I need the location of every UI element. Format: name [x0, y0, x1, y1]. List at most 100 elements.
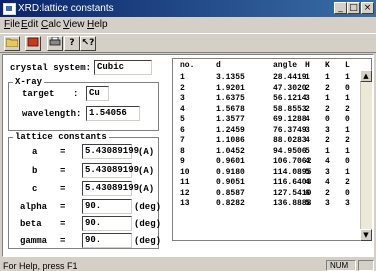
menu-edit[interactable]: Edit [21, 19, 38, 30]
row-d: 1.5678 [216, 104, 245, 114]
gamma-field[interactable]: 90. [82, 233, 132, 248]
row-l: 2 [345, 136, 350, 145]
row-d: 1.2459 [216, 125, 245, 135]
b-field[interactable]: 5.43089199 [82, 163, 139, 178]
row-h: 2 [305, 104, 310, 114]
gamma-equals: = [60, 236, 66, 246]
row-d: 1.0452 [216, 146, 245, 156]
row-d: 0.8282 [216, 199, 245, 208]
row-h: 4 [305, 115, 310, 124]
table-row[interactable]: 9 0.9601 106.7062 4 4 0 [178, 157, 358, 167]
alpha-equals: = [60, 202, 66, 212]
c-field[interactable]: 5.43089199 [82, 181, 139, 196]
row-d: 3.1355 [216, 73, 245, 82]
help-icon[interactable]: ? [64, 36, 80, 51]
title-bar[interactable]: XRD:lattice constants _ □ × [0, 0, 376, 17]
c-equals: = [60, 184, 66, 194]
row-angle: 94.9506 [273, 146, 307, 156]
xray-group-label: X-ray [13, 77, 45, 87]
target-field[interactable]: Cu [86, 86, 109, 101]
a-field[interactable]: 5.43089199 [82, 144, 139, 159]
row-l: 2 [345, 104, 350, 114]
folder-icon[interactable] [4, 36, 20, 51]
row-d: 0.8587 [216, 188, 245, 198]
a-equals: = [60, 147, 66, 157]
table-row[interactable]: 12 0.8587 127.5410 6 2 0 [178, 189, 358, 199]
status-extra-panel [358, 260, 374, 271]
print-icon[interactable] [47, 36, 63, 51]
row-angle: 69.1288 [273, 115, 307, 124]
target-colon: : [73, 89, 79, 99]
app-icon [3, 3, 16, 15]
b-label: b [32, 166, 38, 176]
wavelength-field[interactable]: 1.54056 [86, 106, 140, 121]
row-h: 4 [305, 136, 310, 145]
beta-equals: = [60, 219, 66, 229]
book-icon[interactable] [25, 36, 41, 51]
row-no: 5 [180, 115, 185, 124]
scroll-up-arrow-icon[interactable]: ▲ [360, 70, 372, 82]
row-no: 1 [180, 73, 185, 82]
row-no: 11 [180, 178, 190, 187]
row-l: 1 [345, 146, 350, 156]
row-angle: 76.3749 [273, 125, 307, 135]
row-l: 0 [345, 115, 350, 124]
table-row[interactable]: 1 3.1355 28.4419 1 1 1 [178, 73, 358, 83]
header-l: L [345, 61, 350, 70]
scrollbar[interactable] [360, 70, 372, 241]
row-angle: 47.3020 [273, 83, 307, 93]
row-k: 1 [325, 73, 330, 82]
header-no: no. [180, 61, 195, 70]
row-l: 0 [345, 188, 350, 198]
row-h: 1 [305, 73, 310, 82]
alpha-field[interactable]: 90. [82, 199, 132, 214]
row-no: 2 [180, 83, 185, 93]
table-row[interactable]: 11 0.9051 116.6408 4 4 2 [178, 178, 358, 188]
row-h: 5 [305, 146, 310, 156]
row-k: 2 [325, 104, 330, 114]
row-no: 13 [180, 199, 190, 208]
table-row[interactable]: 8 1.0452 94.9506 5 1 1 [178, 147, 358, 157]
row-no: 10 [180, 167, 190, 177]
status-num-indicator: NUM [326, 260, 356, 271]
maximize-button[interactable]: □ [347, 2, 360, 14]
row-k: 3 [325, 199, 330, 208]
row-no: 9 [180, 157, 185, 166]
table-row[interactable]: 13 0.8282 136.8888 5 3 3 [178, 199, 358, 209]
row-k: 3 [325, 125, 330, 135]
b-equals: = [60, 166, 66, 176]
table-row[interactable]: 4 1.5678 58.8553 2 2 2 [178, 105, 358, 115]
row-d: 1.1086 [216, 136, 245, 145]
header-angle: angle [273, 61, 298, 70]
menu-view[interactable]: View [63, 19, 85, 30]
table-row[interactable]: 7 1.1086 88.0283 4 2 2 [178, 136, 358, 146]
scroll-down-arrow-icon[interactable]: ▼ [360, 229, 372, 241]
row-no: 3 [180, 94, 185, 103]
minimize-button[interactable]: _ [334, 2, 347, 14]
row-d: 0.9601 [216, 157, 245, 166]
table-row[interactable]: 2 1.9201 47.3020 2 2 0 [178, 84, 358, 94]
table-row[interactable]: 5 1.3577 69.1288 4 0 0 [178, 115, 358, 125]
crystal-system-field[interactable]: Cubic [94, 60, 152, 75]
table-row[interactable]: 6 1.2459 76.3749 3 3 1 [178, 126, 358, 136]
row-h: 6 [305, 188, 310, 198]
alpha-unit: (deg) [134, 202, 162, 212]
row-l: 0 [345, 83, 350, 93]
window-title: XRD:lattice constants [18, 3, 114, 14]
row-k: 2 [325, 136, 330, 145]
table-row[interactable]: 3 1.6375 56.1214 3 1 1 [178, 94, 358, 104]
row-k: 4 [325, 178, 330, 187]
row-h: 2 [305, 83, 310, 93]
table-row[interactable]: 10 0.9180 114.0895 5 3 1 [178, 168, 358, 178]
close-button[interactable]: × [361, 2, 374, 14]
row-h: 3 [305, 125, 310, 135]
menu-help[interactable]: Help [87, 19, 108, 30]
menu-file[interactable]: File [4, 19, 20, 30]
row-l: 2 [345, 178, 350, 187]
target-label: target [22, 89, 55, 99]
row-l: 1 [345, 125, 350, 135]
row-k: 3 [325, 167, 330, 177]
context-help-icon[interactable]: ↖? [80, 36, 96, 51]
menu-calc[interactable]: Calc [41, 19, 61, 30]
beta-field[interactable]: 90. [82, 216, 132, 231]
